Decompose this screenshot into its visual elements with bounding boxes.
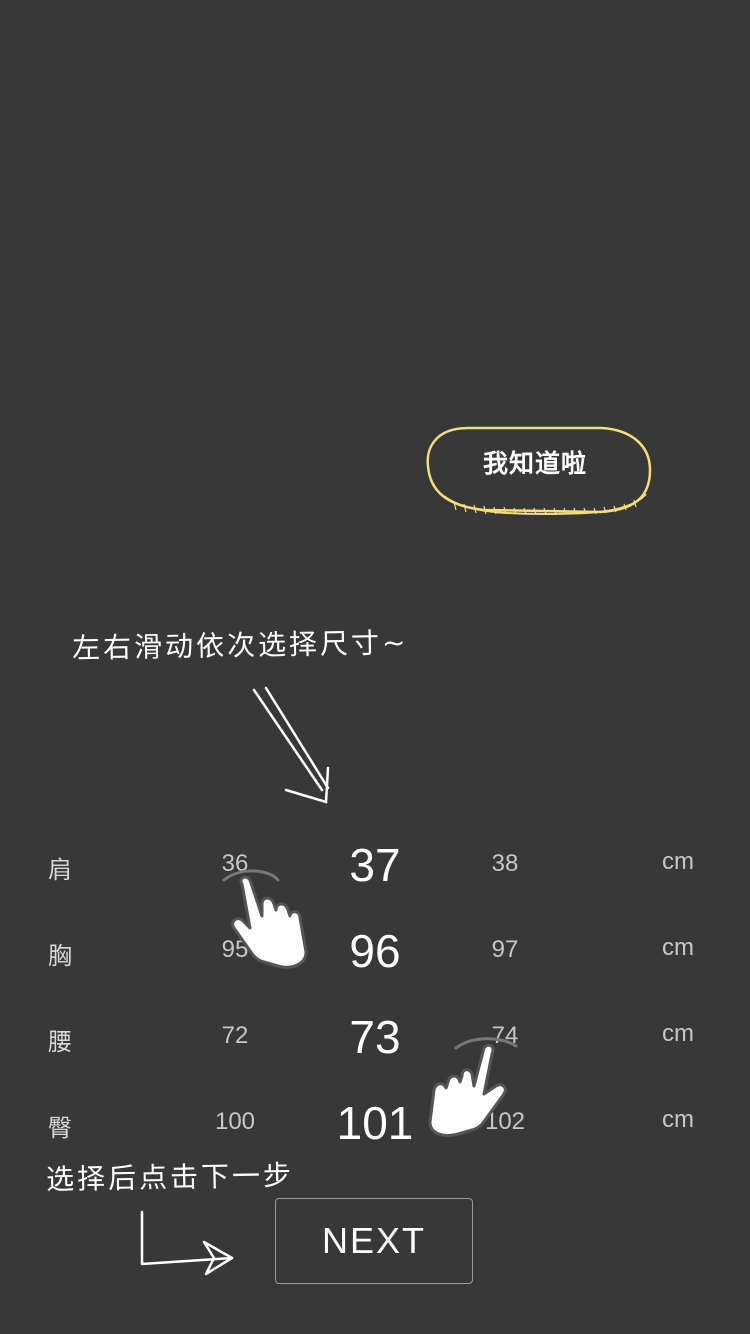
got-it-button[interactable]: 我知道啦 [424, 422, 654, 518]
unit-label: cm [662, 934, 694, 961]
size-row-waist[interactable]: 腰 72 73 74 cm [0, 1008, 750, 1088]
row-label: 臀 [48, 1114, 72, 1142]
unit-label: cm [662, 1106, 694, 1133]
next-hint-text: 选择后点击下一步 [45, 1158, 295, 1197]
next-button[interactable]: NEXT [275, 1198, 473, 1284]
row-label: 肩 [48, 856, 72, 884]
size-row-chest[interactable]: 胸 95 96 97 cm [0, 922, 750, 1002]
prev-value[interactable]: 100 [195, 1108, 275, 1136]
right-arrow-icon [140, 1210, 234, 1276]
unit-label: cm [662, 1020, 694, 1047]
row-label: 腰 [48, 1028, 72, 1056]
hand-swipe-right-icon [428, 1037, 518, 1137]
hand-swipe-left-icon [222, 869, 308, 969]
next-value[interactable]: 38 [465, 850, 545, 878]
next-value[interactable]: 97 [465, 936, 545, 964]
unit-label: cm [662, 848, 694, 875]
down-arrow-icon [252, 686, 330, 804]
row-label: 胸 [48, 942, 72, 970]
current-value: 37 [349, 839, 401, 891]
prev-value[interactable]: 72 [195, 1022, 275, 1050]
got-it-label: 我知道啦 [482, 449, 587, 478]
swipe-hint-text: 左右滑动依次选择尺寸~ [71, 626, 409, 665]
current-value: 96 [349, 925, 401, 977]
size-row-shoulder[interactable]: 肩 36 37 38 cm [0, 836, 750, 916]
